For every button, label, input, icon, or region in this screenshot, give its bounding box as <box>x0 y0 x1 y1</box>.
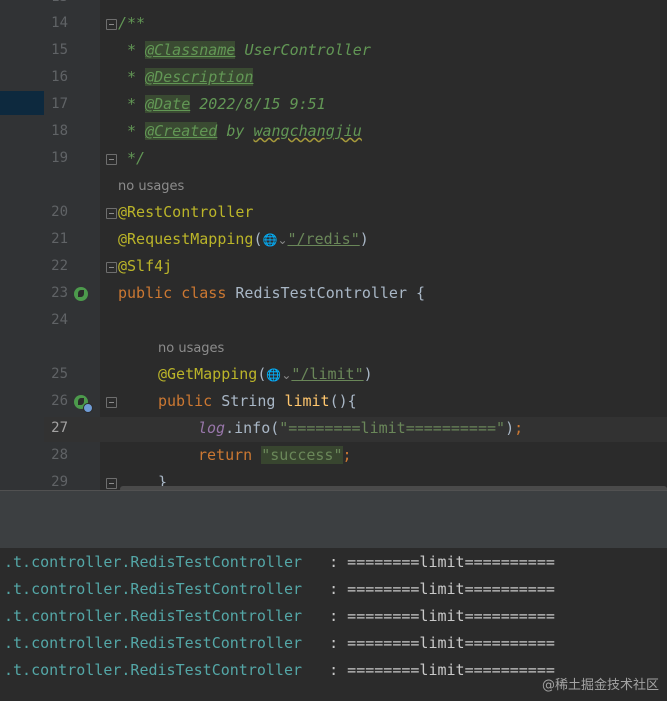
url-path[interactable]: "/limit" <box>291 365 363 383</box>
line-number: 25 <box>51 366 68 382</box>
log-message: ========limit========== <box>347 607 555 625</box>
fold-collapse-icon[interactable] <box>106 262 117 273</box>
javadoc-author: wangchangjiu <box>253 122 362 140</box>
fold-collapse-icon[interactable] <box>106 478 117 489</box>
fold-collapse-icon[interactable] <box>106 19 117 30</box>
console-line: .t.controller.RedisTestController : ====… <box>4 576 555 603</box>
console-line: .t.controller.RedisTestController : ====… <box>4 549 555 576</box>
line-number: 21 <box>51 231 68 247</box>
console-line: .t.controller.RedisTestController : ====… <box>4 657 555 684</box>
javadoc-tag: @Created <box>145 122 218 140</box>
log-separator: : <box>329 553 339 571</box>
code-line: @RestController <box>118 199 253 226</box>
project-panel-edge <box>0 0 44 490</box>
code-line: @GetMapping(🌐⌄"/limit") <box>158 365 373 383</box>
method-call: info <box>234 419 271 437</box>
code-line: public class RedisTestController { <box>118 280 425 307</box>
line-number: 26 <box>51 393 68 409</box>
annotation: @Slf4j <box>118 257 173 275</box>
code-line: * @Description <box>118 64 254 91</box>
log-separator: : <box>329 661 339 679</box>
javadoc-star: * <box>127 122 137 140</box>
log-message: ========limit========== <box>347 634 555 652</box>
line-number: 19 <box>51 150 68 166</box>
line-number: 28 <box>51 447 68 463</box>
fold-collapse-icon[interactable] <box>106 208 117 219</box>
log-separator: : <box>329 607 339 625</box>
code-line: * @Date 2022/8/15 9:51 <box>118 91 326 118</box>
logger-name: .t.controller.RedisTestController <box>4 607 303 625</box>
console-line: .t.controller.RedisTestController : ====… <box>4 603 555 630</box>
logger-name: .t.controller.RedisTestController <box>4 580 303 598</box>
method-signature: (){ <box>329 392 357 410</box>
type-name: String <box>221 392 276 410</box>
code-line: @RequestMapping(🌐⌄"/redis") <box>118 230 369 248</box>
code-line: public String limit(){ <box>158 388 357 415</box>
project-tree-selection <box>0 91 44 115</box>
javadoc-star: * <box>127 68 137 86</box>
line-number: 24 <box>51 312 68 328</box>
logger-name: .t.controller.RedisTestController <box>4 634 303 652</box>
method-name: limit <box>284 392 330 410</box>
globe-icon[interactable]: 🌐⌄ <box>266 368 291 382</box>
web-endpoint-badge-icon <box>83 403 93 413</box>
fold-collapse-icon[interactable] <box>106 154 117 165</box>
string-literal: "success" <box>261 446 343 464</box>
spring-bean-icon[interactable] <box>74 287 88 301</box>
code-line: */ <box>118 145 145 172</box>
log-separator: : <box>329 580 339 598</box>
globe-icon[interactable]: 🌐⌄ <box>263 233 288 247</box>
javadoc-star: * <box>127 95 137 113</box>
code-line: log.info("========limit=========="); <box>198 419 524 437</box>
logger-name: .t.controller.RedisTestController <box>4 553 303 571</box>
url-path[interactable]: "/redis" <box>288 230 360 248</box>
annotation: @GetMapping <box>158 365 258 383</box>
keyword: public <box>118 284 173 302</box>
code-line: return "success"; <box>198 446 352 464</box>
annotation: @RestController <box>118 203 254 221</box>
javadoc-text: UserController <box>244 41 371 59</box>
watermark: @稀土掘金技术社区 <box>541 678 659 693</box>
brace: { <box>416 284 426 302</box>
log-message: ========limit========== <box>347 553 555 571</box>
usages-hint[interactable]: no usages <box>118 177 184 197</box>
code-line: @Slf4j <box>118 253 172 280</box>
javadoc-close: */ <box>127 149 146 167</box>
keyword: public <box>158 392 213 410</box>
line-number: 17 <box>51 96 68 112</box>
line-number: 14 <box>51 15 68 31</box>
line-number: 15 <box>51 42 68 58</box>
line-number: 23 <box>51 285 68 301</box>
fold-collapse-icon[interactable] <box>106 397 117 408</box>
line-number: 16 <box>51 69 68 85</box>
code-line: * @Classname UserController <box>118 37 371 64</box>
line-number: 18 <box>51 123 68 139</box>
field-ref: log <box>198 419 226 437</box>
log-message: ========limit========== <box>347 661 555 679</box>
javadoc-tag: @Description <box>145 68 254 86</box>
usages-hint[interactable]: no usages <box>158 339 224 359</box>
javadoc-text: 2022/8/15 9:51 <box>199 95 326 113</box>
tool-window-divider[interactable] <box>0 490 667 521</box>
line-number: 20 <box>51 204 68 220</box>
annotation: @RequestMapping <box>118 230 254 248</box>
log-message: ========limit========== <box>347 580 555 598</box>
line-number: 27 <box>51 420 68 436</box>
keyword: class <box>181 284 227 302</box>
string-literal: "========limit==========" <box>279 419 506 437</box>
class-name: RedisTestController <box>235 284 407 302</box>
code-line: * @Created by wangchangjiu <box>118 118 362 145</box>
console-toolbar <box>0 520 667 549</box>
javadoc-tag: @Date <box>145 95 191 113</box>
javadoc-open: /** <box>118 14 146 32</box>
javadoc-tag: @Classname <box>145 41 236 59</box>
console-line: .t.controller.RedisTestController : ====… <box>4 630 555 657</box>
line-number: 22 <box>51 258 68 274</box>
log-separator: : <box>329 634 339 652</box>
code-line: /** <box>118 10 145 37</box>
logger-name: .t.controller.RedisTestController <box>4 661 303 679</box>
keyword: return <box>198 446 253 464</box>
javadoc-text: by <box>226 122 245 140</box>
javadoc-star: * <box>127 41 137 59</box>
